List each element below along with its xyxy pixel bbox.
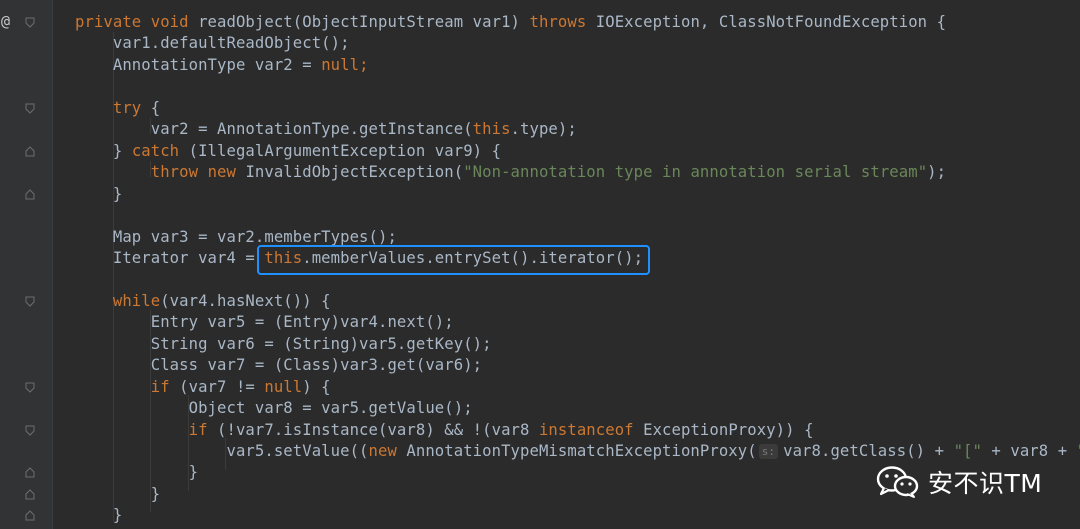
code-token: try [112, 98, 151, 117]
code-token: } [75, 141, 132, 160]
code-token: var8.getClass() + [783, 442, 954, 460]
code-token: (!var7.isInstance(var8) && !(var8 [217, 420, 539, 439]
fold-close-icon[interactable] [25, 510, 35, 521]
code-line[interactable]: var2 = AnnotationType.getInstance(this.t… [75, 119, 577, 140]
gutter-separator [52, 0, 53, 529]
code-token: } [75, 484, 161, 503]
code-token: Entry var5 = (Entry)var4.next(); [75, 313, 454, 332]
code-line[interactable]: var1.defaultReadObject(); [75, 33, 350, 54]
code-token: null [321, 55, 360, 74]
code-token: null [264, 377, 303, 396]
code-line[interactable]: private void readObject(ObjectInputStrea… [75, 12, 946, 33]
fold-open-icon[interactable] [25, 382, 35, 393]
code-token: Class var7 = (Class)var3.get(var6); [75, 356, 483, 375]
code-token: } [75, 506, 123, 525]
code-token: String var6 = (String)var5.getKey(); [75, 334, 492, 353]
code-token: var5.setValue(( [75, 442, 369, 460]
editor-gutter: @ [0, 0, 52, 529]
code-token: ; [359, 55, 369, 74]
code-token: new [207, 163, 246, 182]
code-token: (var7 != [179, 377, 265, 396]
code-token: } [75, 184, 123, 203]
code-token: instanceof [538, 420, 644, 439]
code-token: "] [1077, 442, 1080, 460]
code-token: Iterator var4 = [75, 248, 265, 267]
code-line[interactable]: } [75, 184, 122, 205]
wechat-icon [876, 466, 919, 498]
code-token: (var4.hasNext()) { [160, 291, 331, 310]
code-line[interactable]: while(var4.hasNext()) { [75, 291, 331, 312]
override-marker-icon[interactable]: @ [1, 12, 10, 30]
code-token: void [150, 13, 199, 31]
code-token: new [368, 442, 407, 460]
code-token: AnnotationTypeMismatchExceptionProxy( [406, 442, 757, 460]
code-token: + var8 + [981, 442, 1077, 460]
watermark-text: 安不识TM [928, 469, 1043, 498]
code-token: this [472, 120, 511, 139]
code-token: var1.defaultReadObject(); [75, 34, 350, 53]
fold-close-icon[interactable] [25, 489, 35, 500]
code-line[interactable]: } [75, 462, 198, 483]
code-token: Object var8 = var5.getValue(); [75, 399, 473, 418]
code-token: if [150, 377, 180, 396]
code-line[interactable]: } [75, 484, 160, 505]
code-line[interactable]: Class var7 = (Class)var3.get(var6); [75, 355, 482, 376]
code-token: ); [927, 163, 947, 182]
code-line[interactable]: try { [75, 98, 160, 119]
code-token: } [75, 463, 199, 482]
code-token: "Non-annotation type in annotation seria… [463, 163, 928, 182]
code-token: readObject(ObjectInputStream var1) [198, 13, 530, 31]
code-token: ) { [302, 377, 331, 396]
code-line[interactable]: throw new InvalidObjectException("Non-an… [75, 162, 946, 183]
code-token: private [75, 13, 151, 31]
fold-close-icon[interactable] [25, 467, 35, 478]
code-token: var2 = AnnotationType.getInstance( [75, 120, 473, 139]
watermark: 安不识TM [876, 462, 1042, 502]
code-token: ExceptionProxy)) { [643, 420, 814, 439]
code-line[interactable]: } [75, 505, 122, 526]
code-token: (IllegalArgumentException var9) { [188, 141, 502, 160]
code-token: throw [150, 163, 208, 182]
fold-open-icon[interactable] [25, 17, 35, 28]
fold-open-icon[interactable] [25, 103, 35, 114]
fold-open-icon[interactable] [25, 425, 35, 436]
code-line[interactable]: } catch (IllegalArgumentException var9) … [75, 141, 501, 162]
code-token: AnnotationType var2 = [75, 55, 322, 74]
code-token: IOException, ClassNotFoundException { [595, 13, 947, 31]
code-token: .type); [510, 120, 577, 139]
code-line[interactable]: Entry var5 = (Entry)var4.next(); [75, 312, 454, 333]
code-token: while [112, 291, 161, 310]
code-line[interactable]: if (!var7.isInstance(var8) && !(var8 ins… [75, 420, 814, 441]
parameter-hint: s: [758, 444, 779, 459]
code-token: catch [131, 141, 189, 160]
code-token: "[" [953, 442, 982, 460]
code-line[interactable]: var5.setValue((new AnnotationTypeMismatc… [75, 441, 1080, 462]
fold-close-icon[interactable] [25, 188, 35, 200]
code-line[interactable]: Object var8 = var5.getValue(); [75, 398, 473, 419]
code-token: throws [529, 13, 596, 31]
code-token: Map var3 = var2.memberTypes(); [75, 227, 397, 246]
highlight-box [257, 245, 650, 275]
fold-open-icon[interactable] [25, 296, 35, 307]
code-line[interactable]: AnnotationType var2 = null; [75, 55, 369, 76]
code-line[interactable]: String var6 = (String)var5.getKey(); [75, 334, 492, 355]
code-token: InvalidObjectException( [245, 163, 464, 182]
fold-close-icon[interactable] [25, 145, 35, 157]
code-token: { [150, 98, 161, 117]
code-line[interactable]: if (var7 != null) { [75, 377, 331, 398]
code-token: if [188, 420, 218, 439]
